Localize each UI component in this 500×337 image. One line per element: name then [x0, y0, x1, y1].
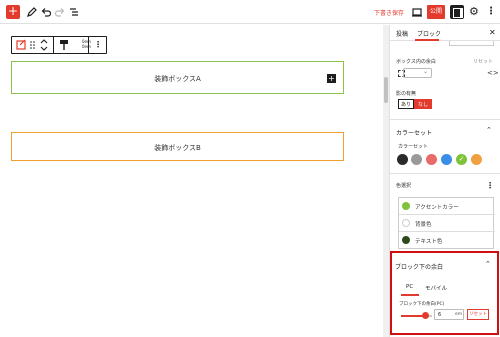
accent-color-label: アクセントカラー: [415, 205, 459, 211]
tab-pc[interactable]: PC: [406, 284, 413, 290]
toolbar-divider: [88, 37, 89, 53]
text-color-label: テキスト色: [415, 239, 443, 245]
active-tab-indicator: [401, 294, 419, 296]
gear-icon[interactable]: ⚙: [469, 6, 479, 18]
undo-icon[interactable]: [40, 6, 52, 18]
block-type-icon[interactable]: [15, 37, 27, 53]
publish-button[interactable]: 公開: [427, 5, 445, 19]
padding-values[interactable]: 0em 0em: [82, 39, 91, 49]
list-view-icon[interactable]: [68, 6, 80, 18]
drag-handle-icon[interactable]: [29, 37, 36, 53]
box-b-label: 装飾ボックスB: [154, 144, 201, 152]
color-set-title[interactable]: カラーセット: [396, 128, 432, 137]
panel-divider: [390, 173, 500, 174]
active-tab-indicator: [415, 39, 439, 41]
swatch-blue[interactable]: [441, 154, 452, 165]
add-block-button[interactable]: +: [6, 5, 20, 19]
swatch-gray[interactable]: [411, 154, 422, 165]
partial-control: [449, 41, 494, 46]
tab-post[interactable]: 投稿: [396, 29, 408, 38]
redo-icon[interactable]: [54, 6, 66, 18]
background-color-label: 背景色: [415, 222, 432, 228]
shadow-off-button[interactable]: なし: [414, 99, 432, 109]
swatch-green-selected[interactable]: ✓: [456, 154, 467, 165]
swatch-black[interactable]: [397, 154, 408, 165]
block-toolbar: 0em 0em ⋮: [11, 36, 107, 54]
close-icon[interactable]: ✕: [489, 28, 496, 37]
panel-divider: [390, 119, 500, 120]
range-slider-thumb[interactable]: [422, 312, 429, 319]
tab-mobile[interactable]: モバイル: [425, 284, 447, 292]
sidebar-tabs: 投稿 ブロック ✕: [390, 25, 500, 41]
chevron-up-icon[interactable]: ⌃: [485, 260, 491, 268]
bottom-margin-unit: em: [455, 312, 463, 317]
color-select-title: 色選択: [396, 183, 412, 189]
edit-pencil-icon[interactable]: [26, 6, 38, 18]
add-inner-block-icon[interactable]: +: [327, 74, 336, 83]
padding-paint-icon[interactable]: [58, 37, 70, 53]
editor-top-bar: + 下書き保存 公開 ⚙ ⋮: [0, 0, 500, 24]
inner-padding-select[interactable]: [403, 68, 432, 78]
bottom-margin-pc-label: ブロック下の余白(PC): [399, 302, 445, 307]
shadow-on-button[interactable]: あり: [398, 99, 414, 109]
link-sides-icon[interactable]: <>: [487, 69, 499, 77]
chevron-up-icon[interactable]: ⌃: [486, 126, 492, 134]
preview-icon[interactable]: [411, 6, 423, 18]
shadow-label: 影の有無: [396, 91, 417, 97]
text-color-dot: [402, 236, 410, 244]
swatch-red[interactable]: [426, 154, 437, 165]
settings-sidebar-toggle-icon[interactable]: [450, 5, 464, 19]
decorative-box-a[interactable]: 装飾ボックスA +: [11, 61, 344, 94]
toolbar-divider: [53, 37, 54, 53]
list-item[interactable]: テキスト色: [399, 232, 495, 249]
swatch-orange[interactable]: [471, 154, 482, 165]
tab-block[interactable]: ブロック: [417, 29, 441, 38]
box-a-label: 装飾ボックスA: [154, 75, 201, 83]
color-set-label: カラーセット: [398, 144, 429, 150]
block-options-icon[interactable]: ⋮: [94, 37, 102, 53]
list-item[interactable]: 背景色: [399, 215, 495, 232]
more-options-icon[interactable]: ⋮: [486, 6, 496, 18]
editor-canvas[interactable]: 0em 0em ⋮ 装飾ボックスA + 装飾ボックスB: [0, 25, 383, 337]
bottom-margin-input[interactable]: 6 em: [434, 309, 464, 320]
accent-color-dot: [402, 202, 410, 210]
list-item[interactable]: アクセントカラー: [399, 198, 495, 215]
bottom-margin-title[interactable]: ブロック下の余白: [395, 262, 443, 271]
more-options-icon[interactable]: ⋮: [486, 181, 494, 190]
move-up-down-icon[interactable]: [39, 37, 49, 53]
save-draft-button[interactable]: 下書き保存: [374, 8, 404, 17]
inner-padding-reset[interactable]: リセット: [473, 58, 493, 65]
inner-padding-label: ボックス内の余白: [396, 59, 436, 65]
padding-bottom-value: 0em: [82, 44, 91, 49]
scrollbar-thumb[interactable]: [384, 77, 388, 103]
background-color-dot: [402, 219, 410, 227]
bottom-margin-reset-button[interactable]: リセット: [467, 309, 489, 320]
decorative-box-b[interactable]: 装飾ボックスB: [11, 132, 344, 161]
bottom-margin-value: 6: [438, 312, 442, 318]
color-list: アクセントカラー 背景色 テキスト色: [398, 197, 495, 249]
